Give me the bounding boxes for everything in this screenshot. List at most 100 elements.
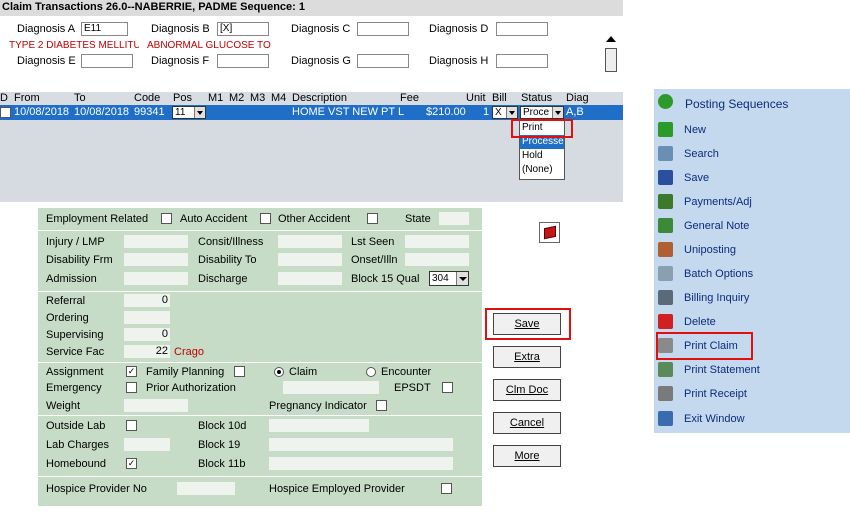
onset-illn-field[interactable] xyxy=(405,253,469,266)
row-select-checkbox[interactable] xyxy=(0,107,11,118)
diagnosis-g-field[interactable] xyxy=(357,54,409,68)
injury-lmp-field[interactable] xyxy=(124,235,188,248)
block10d-field[interactable] xyxy=(269,419,369,432)
sidebar-item-print-statement[interactable]: Print Statement xyxy=(654,359,850,381)
diagnosis-f-label: Diagnosis F xyxy=(151,55,210,67)
referral-field[interactable]: 0 xyxy=(124,294,170,307)
pos-select[interactable]: 11 xyxy=(172,106,206,119)
encounter-radio[interactable] xyxy=(366,367,376,377)
clm-doc-button[interactable]: Clm Doc xyxy=(493,379,561,401)
assignment-checkbox[interactable]: ✓ xyxy=(126,366,137,377)
consit-illness-label: Consit/Illness xyxy=(198,236,264,248)
family-planning-checkbox[interactable] xyxy=(234,366,245,377)
sidebar-item-billing-inquiry[interactable]: Billing Inquiry xyxy=(654,287,850,309)
bill-select[interactable]: X xyxy=(492,106,518,119)
epsdt-checkbox[interactable] xyxy=(442,382,453,393)
col-m2: M2 xyxy=(229,92,245,104)
claim-transactions-window: Claim Transactions 26.0--NABERRIE, PADME… xyxy=(0,0,623,519)
supervising-field[interactable]: 0 xyxy=(124,328,170,341)
state-field[interactable] xyxy=(439,212,469,225)
service-fac-field[interactable]: 22 xyxy=(124,345,170,358)
sidebar-item-exit-window[interactable]: Exit Window xyxy=(654,408,850,430)
consit-illness-field[interactable] xyxy=(278,235,342,248)
state-label: State xyxy=(405,213,431,225)
sidebar-item-uniposting[interactable]: Uniposting xyxy=(654,239,850,261)
auto-accident-checkbox[interactable] xyxy=(260,213,271,224)
homebound-label: Homebound xyxy=(46,458,106,470)
scroll-up-icon[interactable] xyxy=(606,36,616,42)
diagnosis-b-description: ABNORMAL GLUCOSE TO xyxy=(147,40,271,51)
lst-seen-field[interactable] xyxy=(405,235,469,248)
lab-charges-field[interactable] xyxy=(124,438,170,451)
col-to: To xyxy=(74,92,86,104)
status-select-value: Proce xyxy=(523,107,550,118)
row-from: 10/08/2018 xyxy=(14,106,70,118)
chevron-down-icon[interactable] xyxy=(456,272,468,285)
lst-seen-label: Lst Seen xyxy=(351,236,395,248)
col-diag: Diag xyxy=(566,92,589,104)
table-row[interactable]: 10/08/2018 10/08/2018 99341 11 HOME VST … xyxy=(0,105,623,120)
chevron-down-icon[interactable] xyxy=(552,107,563,118)
sidebar-item-save[interactable]: Save xyxy=(654,167,850,189)
diagnosis-c-field[interactable] xyxy=(357,22,409,36)
epsdt-label: EPSDT xyxy=(394,382,431,394)
weight-field[interactable] xyxy=(124,399,188,412)
assignment-label: Assignment xyxy=(46,366,104,378)
receipt-printer-icon xyxy=(658,386,673,401)
col-d: D xyxy=(0,92,8,104)
diagnosis-d-field[interactable] xyxy=(496,22,548,36)
sidebar-item-batch-options[interactable]: Batch Options xyxy=(654,263,850,285)
scroll-thumb[interactable] xyxy=(605,48,617,72)
print-option-highlight xyxy=(511,119,573,138)
col-from: From xyxy=(14,92,40,104)
sidebar-item-print-receipt[interactable]: Print Receipt xyxy=(654,383,850,405)
col-m1: M1 xyxy=(208,92,224,104)
outside-lab-checkbox[interactable] xyxy=(126,420,137,431)
chevron-down-icon[interactable] xyxy=(506,107,517,118)
disability-frm-field[interactable] xyxy=(124,253,188,266)
status-select[interactable]: Proce xyxy=(520,106,564,119)
more-button[interactable]: More xyxy=(493,445,561,467)
employment-related-checkbox[interactable] xyxy=(161,213,172,224)
homebound-checkbox[interactable]: ✓ xyxy=(126,458,137,469)
hospice-provider-field[interactable] xyxy=(177,482,235,495)
block19-field[interactable] xyxy=(269,438,453,451)
sidebar-item-delete[interactable]: Delete xyxy=(654,311,850,333)
extra-button[interactable]: Extra xyxy=(493,346,561,368)
disability-to-field[interactable] xyxy=(278,253,342,266)
claim-detail-form: Employment Related Auto Accident Other A… xyxy=(38,208,482,506)
sidebar-item-new[interactable]: New xyxy=(654,119,850,141)
service-fac-label: Service Fac xyxy=(46,346,105,358)
diagnosis-panel: Diagnosis A E11 Diagnosis B [X] Diagnosi… xyxy=(0,16,623,104)
sidebar-item-general-note[interactable]: General Note xyxy=(654,215,850,237)
sidebar-item-payments-adj[interactable]: Payments/Adj xyxy=(654,191,850,213)
status-option-none[interactable]: (None) xyxy=(520,163,564,177)
pregnancy-indicator-checkbox[interactable] xyxy=(376,400,387,411)
emergency-checkbox[interactable] xyxy=(126,382,137,393)
other-accident-checkbox[interactable] xyxy=(367,213,378,224)
claim-radio[interactable] xyxy=(274,367,284,377)
diagnosis-e-field[interactable] xyxy=(81,54,133,68)
block15-qual-select[interactable]: 304 xyxy=(429,271,469,286)
admission-field[interactable] xyxy=(124,272,188,285)
diagnosis-f-field[interactable] xyxy=(217,54,269,68)
sidebar-item-search[interactable]: Search xyxy=(654,143,850,165)
family-planning-label: Family Planning xyxy=(146,366,225,378)
cancel-button[interactable]: Cancel xyxy=(493,412,561,434)
hospice-employed-checkbox[interactable] xyxy=(441,483,452,494)
exit-icon xyxy=(658,411,673,426)
status-option-hold[interactable]: Hold xyxy=(520,149,564,163)
chevron-down-icon[interactable] xyxy=(194,107,205,118)
ordering-field[interactable] xyxy=(124,311,170,324)
book-icon-button[interactable] xyxy=(539,222,560,243)
sidebar-item-label: Print Statement xyxy=(684,364,760,376)
col-code: Code xyxy=(134,92,161,104)
diagnosis-a-field[interactable]: E11 xyxy=(81,22,128,36)
block11b-field[interactable] xyxy=(269,457,453,470)
prior-authorization-field[interactable] xyxy=(283,381,379,394)
separator xyxy=(38,476,482,477)
diagnosis-h-field[interactable] xyxy=(496,54,548,68)
diagnosis-b-field[interactable]: [X] xyxy=(217,22,269,36)
block19-label: Block 19 xyxy=(198,439,241,451)
discharge-field[interactable] xyxy=(278,272,342,285)
